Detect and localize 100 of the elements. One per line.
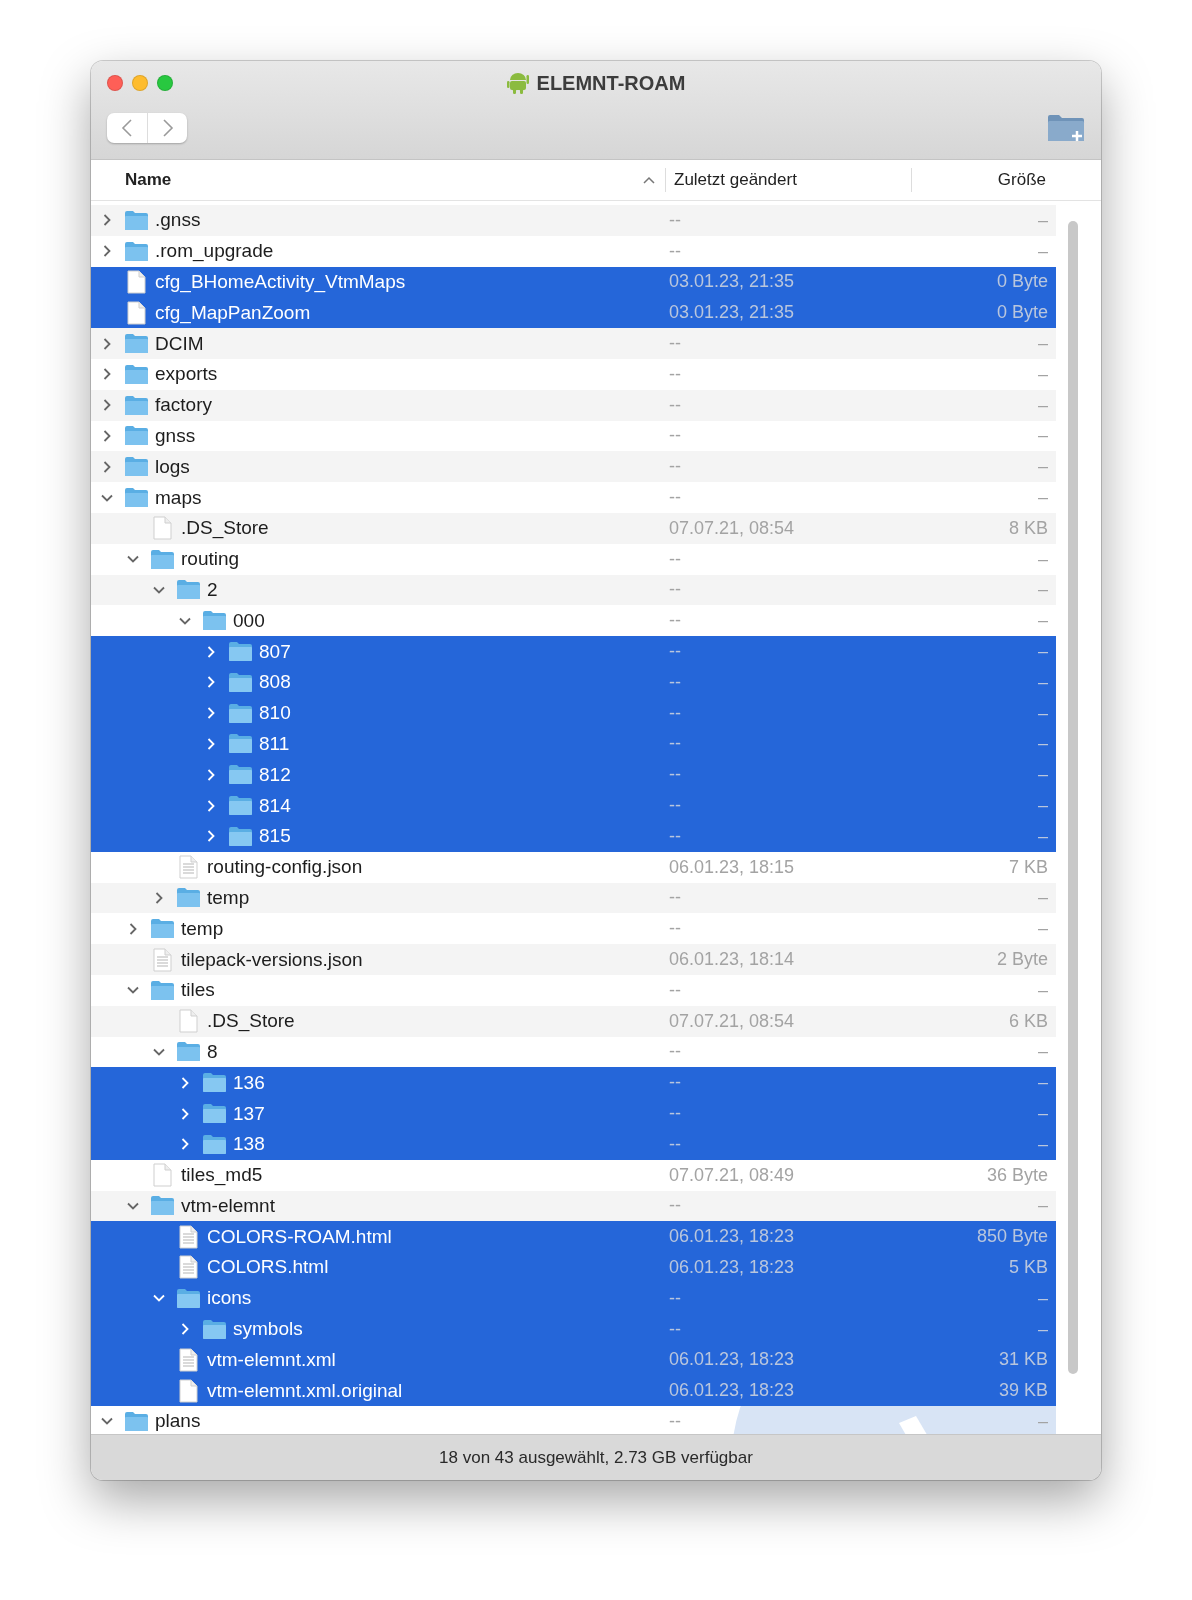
folder-icon: [227, 641, 253, 663]
chevron-right-icon[interactable]: [127, 922, 139, 935]
folder-icon: [123, 240, 149, 262]
file-size: –: [1038, 1287, 1049, 1309]
file-name: cfg_BHomeActivity_VtmMaps: [155, 271, 406, 293]
file-row[interactable]: 000 -- –: [91, 605, 1056, 637]
chevron-right-icon[interactable]: [205, 737, 217, 750]
chevron-right-icon[interactable]: [205, 645, 217, 658]
folder-icon: [201, 1072, 227, 1094]
chevron-right-icon[interactable]: [179, 1323, 191, 1336]
file-row[interactable]: plans -- –: [91, 1406, 1056, 1434]
folder-icon: [123, 487, 149, 509]
chevron-right-icon[interactable]: [101, 399, 113, 412]
modified-date: 03.01.23, 21:35: [668, 302, 796, 324]
column-header[interactable]: Name: [125, 170, 172, 190]
file-row[interactable]: cfg_BHomeActivity_VtmMaps 03.01.23, 21:35 0 Byte: [91, 266, 1056, 298]
file-row[interactable]: 810 -- –: [91, 697, 1056, 729]
chevron-right-icon[interactable]: [205, 707, 217, 720]
file-row[interactable]: 137 -- –: [91, 1098, 1056, 1129]
chevron-right-icon[interactable]: [101, 368, 113, 381]
modified-date: --: [668, 209, 682, 231]
modified-date: --: [668, 702, 682, 724]
file-name: vtm-elemnt.xml: [207, 1348, 336, 1371]
file-name: .rom_upgrade: [155, 240, 274, 263]
file-size: –: [1038, 702, 1049, 724]
file-name: COLORS.html: [207, 1256, 329, 1279]
scrollbar[interactable]: [1068, 221, 1078, 1374]
file-size: 36 Byte: [986, 1164, 1049, 1186]
file-name: DCIM: [155, 332, 204, 355]
chevron-right-icon[interactable]: [101, 460, 113, 473]
new-folder-icon[interactable]: [1047, 113, 1085, 143]
file-row[interactable]: .DS_Store 07.07.21, 08:54 6 KB: [91, 1005, 1056, 1037]
file-row[interactable]: COLORS-ROAM.html 06.01.23, 18:23 850 Byte: [91, 1221, 1056, 1253]
chevron-right-icon[interactable]: [101, 245, 113, 258]
chevron-right-icon[interactable]: [101, 214, 113, 227]
file-size: 5 KB: [1008, 1257, 1049, 1278]
file-row[interactable]: routing-config.json 06.01.23, 18:15 7 KB: [91, 851, 1056, 883]
file-row[interactable]: gnss -- –: [91, 420, 1056, 452]
file-name: maps: [155, 486, 202, 509]
file-name: cfg_MapPanZoom: [155, 301, 311, 324]
chevron-right-icon[interactable]: [101, 337, 113, 350]
chevron-right-icon[interactable]: [179, 1138, 191, 1151]
modified-date: --: [668, 1133, 682, 1155]
file-row[interactable]: tiles_md5 07.07.21, 08:49 36 Byte: [91, 1159, 1056, 1191]
file-row[interactable]: 136 -- –: [91, 1067, 1056, 1099]
file-row[interactable]: tilepack-versions.json 06.01.23, 18:14 2 Byte: [91, 944, 1056, 975]
file-row[interactable]: 808 -- –: [91, 666, 1056, 698]
modified-date: --: [668, 610, 682, 632]
file-row[interactable]: .DS_Store 07.07.21, 08:54 8 KB: [91, 512, 1056, 544]
chevron-right-icon[interactable]: [153, 891, 165, 904]
file-row[interactable]: factory -- –: [91, 389, 1056, 421]
chevron-right-icon[interactable]: [205, 768, 217, 781]
file-row[interactable]: logs -- –: [91, 451, 1056, 483]
file-size: –: [1038, 610, 1049, 632]
chevron-right-icon[interactable]: [179, 1107, 191, 1120]
file-row[interactable]: vtm-elemnt -- –: [91, 1190, 1056, 1222]
file-size: –: [1038, 548, 1049, 570]
chevron-right-icon[interactable]: [205, 799, 217, 812]
file-row[interactable]: 2 -- –: [91, 574, 1056, 606]
file-size: –: [1038, 1041, 1049, 1063]
chevron-right-icon[interactable]: [101, 429, 113, 442]
file-row[interactable]: DCIM -- –: [91, 328, 1056, 359]
file-row[interactable]: temp -- –: [91, 882, 1056, 914]
file-size: –: [1038, 979, 1049, 1001]
file-row[interactable]: 138 -- –: [91, 1128, 1056, 1160]
chevron-right-icon[interactable]: [179, 1076, 191, 1089]
file-row[interactable]: icons -- –: [91, 1282, 1056, 1314]
file-row[interactable]: vtm-elemnt.xml.original 06.01.23, 18:23 39 KB: [91, 1375, 1056, 1407]
file-row[interactable]: cfg_MapPanZoom 03.01.23, 21:35 0 Byte: [91, 297, 1056, 329]
sort-ascending-icon[interactable]: [643, 176, 655, 184]
file-row[interactable]: temp -- –: [91, 913, 1056, 945]
folder-icon: [227, 764, 253, 786]
file-row[interactable]: 814 -- –: [91, 790, 1056, 821]
file-row[interactable]: .rom_upgrade -- –: [91, 235, 1056, 267]
file-row[interactable]: vtm-elemnt.xml 06.01.23, 18:23 31 KB: [91, 1344, 1056, 1376]
chevron-right-icon[interactable]: [205, 830, 217, 843]
file-row[interactable]: exports -- –: [91, 359, 1056, 390]
file-row[interactable]: 807 -- –: [91, 636, 1056, 667]
close-button[interactable]: [107, 75, 123, 91]
column-header[interactable]: Zuletzt geändert: [674, 170, 797, 190]
file-row[interactable]: 811 -- –: [91, 728, 1056, 760]
modified-date: --: [668, 1287, 682, 1309]
file-name: factory: [155, 394, 213, 417]
file-row[interactable]: 8 -- –: [91, 1036, 1056, 1068]
column-header[interactable]: Größe: [997, 170, 1046, 190]
file-row[interactable]: symbols -- –: [91, 1313, 1056, 1345]
folder-icon: [149, 1195, 175, 1217]
file-row[interactable]: 812 -- –: [91, 759, 1056, 791]
folder-icon: [227, 671, 253, 693]
file-row[interactable]: COLORS.html 06.01.23, 18:23 5 KB: [91, 1252, 1056, 1283]
file-row[interactable]: tiles -- –: [91, 974, 1056, 1006]
file-row[interactable]: routing -- –: [91, 543, 1056, 575]
modified-date: --: [668, 1103, 682, 1124]
file-row[interactable]: .gnss -- –: [91, 205, 1056, 236]
file-size: 850 Byte: [976, 1226, 1049, 1248]
chevron-right-icon[interactable]: [205, 676, 217, 689]
file-size: 2 Byte: [996, 949, 1049, 970]
file-row[interactable]: 815 -- –: [91, 820, 1056, 852]
file-name: plans: [155, 1410, 201, 1433]
file-row[interactable]: maps -- –: [91, 482, 1056, 513]
